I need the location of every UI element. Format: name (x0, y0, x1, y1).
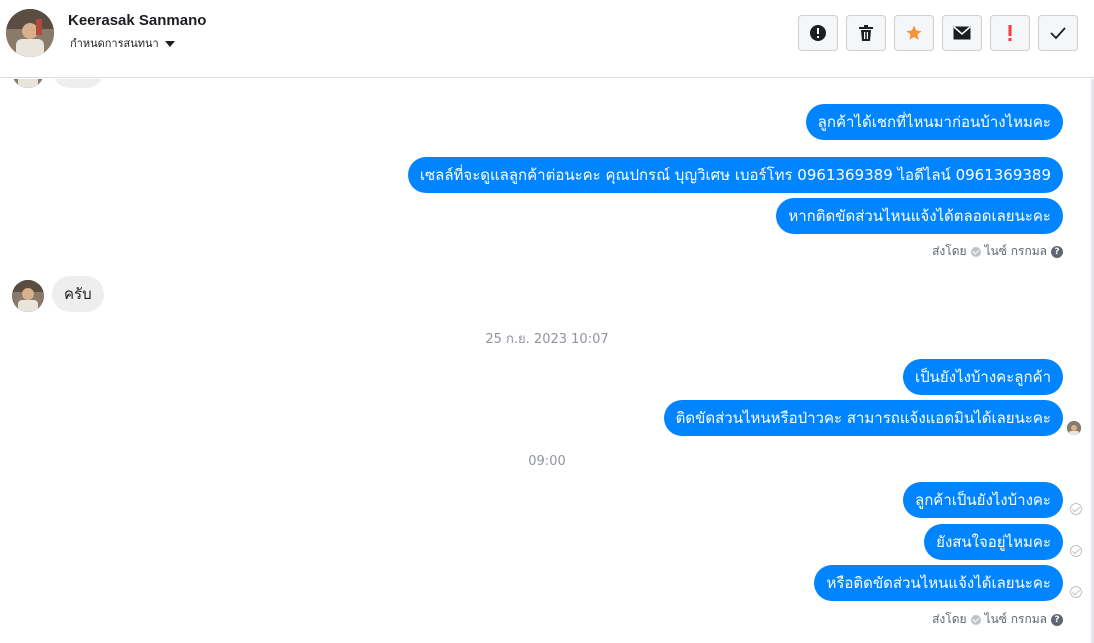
check-icon (1050, 27, 1066, 39)
sender-name[interactable]: ไนซ์ กรกมล (985, 610, 1047, 629)
delivered-check-icon (1070, 503, 1082, 515)
header-actions (798, 15, 1078, 51)
trash-icon (859, 25, 873, 41)
message-bubble-outgoing[interactable]: ติดขัดส่วนไหนหรือป่าวคะ สามารถแจ้งแอดมิน… (663, 400, 1063, 436)
envelope-icon (953, 26, 971, 40)
delete-button[interactable] (846, 15, 886, 51)
help-icon[interactable]: ? (1051, 613, 1063, 626)
sent-by-prefix: ส่งโดย (932, 612, 967, 626)
conversation-settings-label: กำหนดการสนทนา (70, 37, 159, 50)
sent-by-prefix: ส่งโดย (932, 244, 967, 258)
timestamp-divider: 09:00 (528, 454, 566, 469)
sent-by-info: ส่งโดย ไนซ์ กรกมล ? (932, 610, 1063, 629)
message-bubble-incoming[interactable]: ครับ (52, 276, 104, 312)
exclamation-circle-icon (810, 25, 826, 41)
verified-icon (970, 246, 981, 257)
report-button[interactable] (798, 15, 838, 51)
follow-up-button[interactable] (990, 15, 1030, 51)
contact-avatar-small (12, 79, 44, 88)
message-bubble-outgoing[interactable]: ลูกค้าเป็นยังไงบ้างคะ (903, 482, 1063, 518)
seen-by-avatar (1067, 421, 1081, 435)
conversation-header: Keerasak Sanmano กำหนดการสนทนา (0, 0, 1094, 78)
caret-down-icon (164, 41, 175, 47)
message-bubble-incoming-cropped[interactable] (52, 79, 104, 88)
message-bubble-outgoing[interactable]: เซลล์ที่จะดูแลลูกค้าต่อนะคะ คุณปกรณ์ บุญ… (407, 157, 1063, 193)
message-bubble-outgoing[interactable]: หากติดขัดส่วนไหนแจ้งได้ตลอดเลยนะคะ (776, 198, 1063, 234)
star-button[interactable] (894, 15, 934, 51)
sent-by-info: ส่งโดย ไนซ์ กรกมล ? (932, 242, 1063, 261)
message-thread: ลูกค้าได้เชกที่ไหนมาก่อนบ้างไหมคะ เซลล์ท… (0, 79, 1094, 643)
timestamp-divider: 25 ก.ย. 2023 10:07 (485, 332, 609, 347)
conversation-settings-dropdown[interactable]: กำหนดการสนทนา (70, 34, 175, 52)
exclamation-icon (1008, 25, 1012, 41)
sender-name[interactable]: ไนซ์ กรกมล (985, 242, 1047, 261)
mark-done-button[interactable] (1038, 15, 1078, 51)
message-bubble-outgoing[interactable]: หรือติดขัดส่วนไหนแจ้งได้เลยนะคะ (814, 565, 1063, 601)
verified-icon (970, 614, 981, 625)
contact-avatar-small[interactable] (12, 280, 44, 312)
contact-name[interactable]: Keerasak Sanmano (68, 12, 206, 29)
delivered-check-icon (1070, 545, 1082, 557)
contact-avatar[interactable] (6, 9, 54, 57)
mark-unread-button[interactable] (942, 15, 982, 51)
star-icon (906, 25, 922, 40)
message-bubble-outgoing[interactable]: ลูกค้าได้เชกที่ไหนมาก่อนบ้างไหมคะ (805, 104, 1063, 140)
help-icon[interactable]: ? (1051, 245, 1063, 258)
delivered-check-icon (1070, 586, 1082, 598)
message-bubble-outgoing[interactable]: ยังสนใจอยู่ไหมคะ (924, 524, 1063, 560)
message-bubble-outgoing[interactable]: เป็นยังไงบ้างคะลูกค้า (903, 359, 1063, 395)
